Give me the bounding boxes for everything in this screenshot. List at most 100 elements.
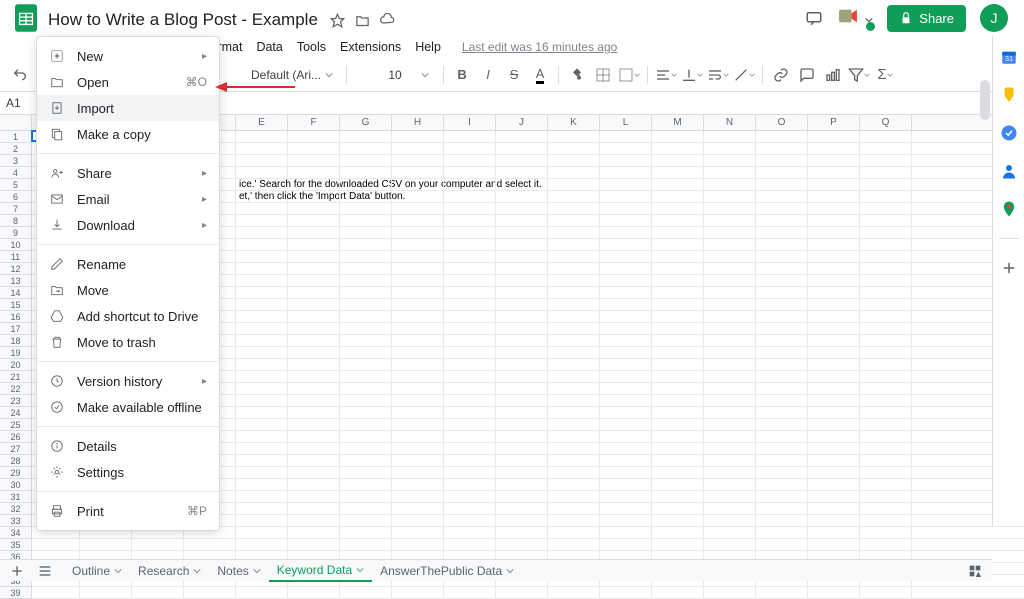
cell[interactable] — [704, 179, 756, 190]
menubar-help[interactable]: Help — [408, 38, 448, 56]
bold-button[interactable]: B — [450, 63, 474, 87]
cell[interactable] — [340, 131, 392, 142]
cell[interactable] — [288, 443, 340, 454]
cell[interactable] — [496, 467, 548, 478]
cell[interactable] — [756, 251, 808, 262]
cell[interactable] — [756, 227, 808, 238]
row-header[interactable]: 24 — [0, 407, 31, 419]
cell[interactable] — [32, 587, 80, 598]
cell[interactable] — [496, 311, 548, 322]
cell[interactable] — [392, 287, 444, 298]
cell[interactable] — [652, 371, 704, 382]
cell[interactable] — [756, 275, 808, 286]
cell[interactable] — [340, 479, 392, 490]
cell[interactable] — [808, 587, 860, 598]
avatar[interactable]: J — [980, 4, 1008, 32]
row-header[interactable]: 14 — [0, 287, 31, 299]
cell[interactable] — [444, 503, 496, 514]
cell[interactable] — [444, 203, 496, 214]
cell[interactable] — [548, 131, 600, 142]
cell[interactable] — [496, 455, 548, 466]
cell[interactable] — [808, 539, 860, 550]
cell[interactable] — [860, 479, 912, 490]
cell[interactable] — [340, 359, 392, 370]
cell[interactable] — [756, 203, 808, 214]
cell[interactable] — [808, 251, 860, 262]
cell[interactable] — [756, 191, 808, 202]
tasks-icon[interactable] — [1000, 124, 1018, 142]
sheet-tab[interactable]: Notes — [209, 560, 268, 582]
row-header[interactable]: 13 — [0, 275, 31, 287]
cell[interactable] — [808, 443, 860, 454]
cell[interactable] — [600, 479, 652, 490]
cell[interactable] — [392, 443, 444, 454]
cell[interactable] — [808, 263, 860, 274]
cell[interactable] — [288, 227, 340, 238]
cell[interactable] — [184, 539, 236, 550]
cell[interactable] — [496, 407, 548, 418]
cell[interactable] — [496, 347, 548, 358]
cell[interactable] — [652, 383, 704, 394]
cell[interactable] — [652, 179, 704, 190]
cell[interactable] — [808, 371, 860, 382]
row-header[interactable]: 11 — [0, 251, 31, 263]
cell[interactable] — [340, 203, 392, 214]
cell[interactable] — [288, 335, 340, 346]
cell[interactable] — [444, 371, 496, 382]
cell[interactable] — [236, 503, 288, 514]
cell[interactable] — [548, 443, 600, 454]
cell[interactable] — [288, 419, 340, 430]
cell[interactable] — [756, 443, 808, 454]
cell[interactable] — [652, 287, 704, 298]
cell[interactable] — [808, 179, 860, 190]
cell[interactable] — [548, 491, 600, 502]
cell[interactable] — [600, 515, 652, 526]
cell[interactable] — [600, 215, 652, 226]
cell[interactable] — [496, 587, 548, 598]
cell[interactable] — [600, 167, 652, 178]
cell[interactable] — [444, 167, 496, 178]
row-header[interactable]: 8 — [0, 215, 31, 227]
cell[interactable] — [600, 131, 652, 142]
cell[interactable] — [704, 191, 756, 202]
col-header[interactable]: J — [496, 115, 548, 130]
cell[interactable] — [600, 299, 652, 310]
cell[interactable] — [860, 143, 912, 154]
cell[interactable] — [236, 203, 288, 214]
italic-button[interactable]: I — [476, 63, 500, 87]
cell[interactable] — [808, 167, 860, 178]
cell[interactable] — [652, 431, 704, 442]
add-sheet-button[interactable] — [8, 562, 26, 580]
share-button[interactable]: Share — [887, 5, 966, 32]
cell[interactable] — [756, 287, 808, 298]
cell[interactable] — [444, 443, 496, 454]
cell[interactable] — [236, 587, 288, 598]
cell[interactable] — [704, 311, 756, 322]
cell[interactable] — [288, 395, 340, 406]
menu-item-move[interactable]: Move — [37, 277, 219, 303]
cell[interactable] — [288, 407, 340, 418]
cell[interactable] — [600, 383, 652, 394]
cell[interactable] — [808, 143, 860, 154]
sheet-tab[interactable]: AnswerThePublic Data — [372, 560, 522, 582]
cell[interactable] — [340, 335, 392, 346]
cell[interactable] — [808, 359, 860, 370]
cell[interactable] — [860, 155, 912, 166]
cell[interactable] — [652, 455, 704, 466]
cell[interactable] — [288, 179, 340, 190]
cell[interactable] — [496, 323, 548, 334]
cell[interactable] — [860, 263, 912, 274]
cell[interactable] — [392, 419, 444, 430]
cell[interactable] — [392, 179, 444, 190]
cell[interactable] — [548, 239, 600, 250]
menu-item-version-history[interactable]: Version history▸ — [37, 368, 219, 394]
cell[interactable] — [288, 383, 340, 394]
cell[interactable] — [340, 443, 392, 454]
cell[interactable] — [600, 323, 652, 334]
cell[interactable] — [444, 479, 496, 490]
cell[interactable] — [132, 587, 184, 598]
cell[interactable] — [236, 371, 288, 382]
cell[interactable] — [392, 347, 444, 358]
cell[interactable] — [392, 371, 444, 382]
cell[interactable] — [600, 227, 652, 238]
